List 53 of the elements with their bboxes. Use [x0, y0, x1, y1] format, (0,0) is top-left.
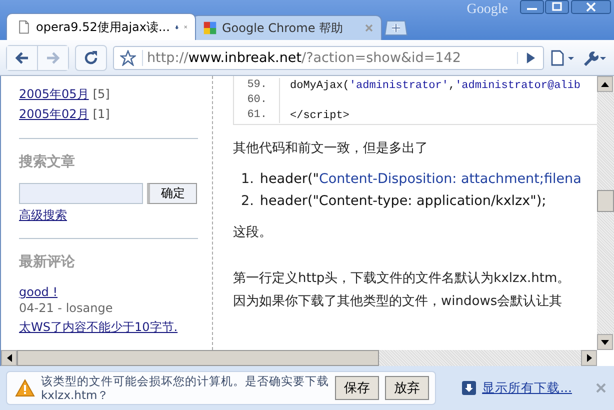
search-field[interactable] — [19, 183, 143, 204]
scroll-down-icon[interactable] — [597, 334, 613, 350]
tab-title: Google Chrome 帮助 — [222, 20, 344, 36]
list-item-text: header("Content-type: application/kxlzx"); — [260, 193, 546, 209]
vertical-scrollbar[interactable] — [597, 76, 614, 350]
paragraph-line: 第一行定义http头，下载文件的文件名默认为kxlzx.htm。 — [233, 270, 572, 287]
comment-link[interactable]: 太WS了内容不能少于10字节. — [19, 319, 178, 336]
page-icon — [17, 20, 31, 34]
wrench-icon[interactable] — [582, 50, 608, 66]
warning-message: 该类型的文件可能会损坏您的计算机。是否确实要下载 kxlzx.htm？ — [41, 374, 329, 402]
line-number: 61. — [234, 108, 280, 123]
url-text: http://www.inbreak.net/?action=show&id=142 — [146, 50, 462, 66]
browser-tab[interactable]: opera9.52使用ajax读... — [6, 13, 196, 40]
download-icon — [462, 381, 476, 395]
section-heading: 搜索文章 — [19, 153, 76, 171]
paragraph: 这段。 — [233, 224, 273, 241]
show-all-downloads-link[interactable]: 显示所有下载... — [482, 380, 572, 396]
warning-icon — [15, 379, 35, 397]
search-button[interactable]: 确定 — [147, 183, 197, 204]
download-bar-button[interactable]: 放弃 — [385, 376, 429, 400]
section-heading: 最新评论 — [19, 253, 76, 271]
scrollbar-thumb[interactable] — [17, 350, 379, 366]
paragraph: 其他代码和前文一致，但是多出了 — [233, 140, 429, 157]
scroll-left-icon[interactable] — [1, 350, 17, 366]
scroll-right-icon[interactable] — [581, 350, 597, 366]
post-count: [1] — [92, 107, 110, 121]
minimize-icon[interactable] — [520, 0, 544, 14]
list-number: 2. — [241, 193, 254, 209]
scrollbar-thumb[interactable] — [597, 190, 614, 212]
paragraph-line: 因为如果你下载了其他类型的文件，windows会默认让其 — [233, 293, 564, 310]
brand-label: Google — [466, 2, 508, 18]
archive-link[interactable]: 2005年02月 — [19, 106, 89, 122]
code-line: </script> — [289, 110, 350, 122]
scroll-up-icon[interactable] — [597, 76, 613, 92]
line-number: 60. — [234, 93, 280, 108]
list-item-text: header("Content-Disposition: attachment;filena — [260, 171, 582, 187]
back-icon[interactable] — [7, 46, 38, 70]
reload-icon[interactable] — [75, 44, 107, 70]
archive-link[interactable]: 2005年05月 — [19, 86, 89, 102]
comment-meta: 04-21 - losange — [19, 301, 113, 315]
post-count: [5] — [92, 87, 110, 101]
comment-link[interactable]: good ! — [19, 285, 58, 299]
advanced-search-link[interactable]: 高级搜索 — [19, 207, 67, 224]
tab-title: opera9.52使用ajax读... — [36, 18, 170, 36]
download-bar-button[interactable]: 保存 — [335, 376, 379, 400]
address-bar[interactable]: http://www.inbreak.net/?action=show&id=142 — [113, 46, 544, 70]
line-number: 59. — [234, 78, 280, 93]
new-tab-icon[interactable] — [384, 20, 408, 36]
close-icon[interactable] — [570, 0, 612, 14]
code-line: doMyAjax('administrator','administrator@alib — [289, 80, 580, 92]
list-number: 1. — [241, 171, 254, 187]
page-menu-icon[interactable] — [550, 50, 576, 66]
maximize-icon[interactable] — [545, 0, 569, 14]
